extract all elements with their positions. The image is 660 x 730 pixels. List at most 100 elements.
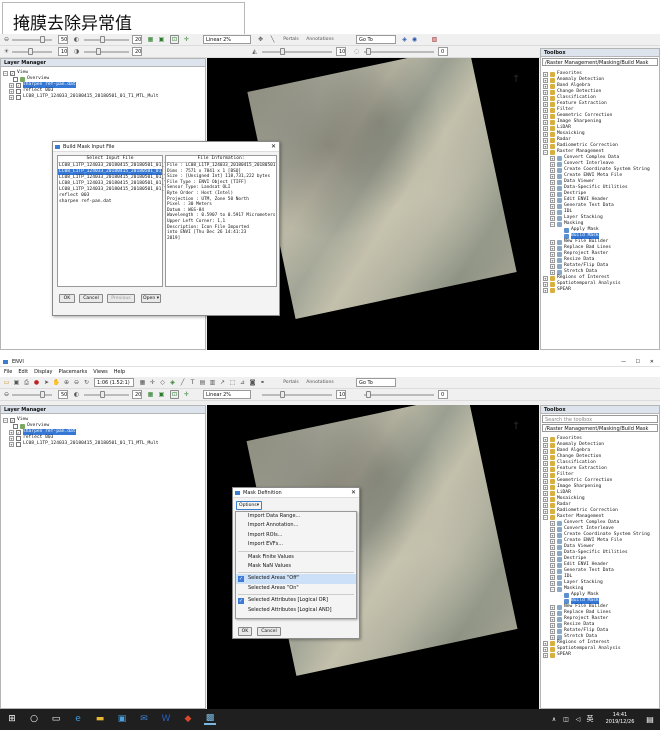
minimize-icon[interactable]: — xyxy=(621,357,626,367)
tray-chevron-icon[interactable]: ∧ xyxy=(548,713,560,725)
windows-start-icon[interactable]: ⊞ xyxy=(6,713,18,725)
options-menu-item[interactable]: Mask NaN Values xyxy=(236,562,356,571)
expand-icon[interactable]: + xyxy=(543,436,548,442)
toolbox-item[interactable]: + SPEAR xyxy=(543,287,657,293)
rotate-value-field[interactable]: 20 xyxy=(132,35,142,44)
ok-button[interactable]: OK xyxy=(238,627,252,636)
expand-icon[interactable]: + xyxy=(550,616,555,622)
expand-icon[interactable]: + xyxy=(550,622,555,628)
histogram-icon[interactable]: ▥ xyxy=(208,378,217,387)
toolbox-item[interactable]: + SPEAR xyxy=(543,652,657,658)
expand-icon[interactable]: + xyxy=(543,95,548,101)
collapse-icon[interactable]: − xyxy=(543,149,548,155)
expand-icon[interactable]: + xyxy=(543,646,548,652)
close-icon[interactable]: ✕ xyxy=(650,357,654,367)
expand-icon[interactable]: + xyxy=(543,125,548,131)
zoom-slider[interactable] xyxy=(12,394,52,396)
file-explorer-icon[interactable]: ▬ xyxy=(94,713,106,725)
expand-icon[interactable]: + xyxy=(550,550,555,556)
select-icon[interactable]: ⬚ xyxy=(228,378,237,387)
ime-indicator[interactable]: 英 xyxy=(584,713,596,725)
transparency-value-field[interactable]: 0 xyxy=(438,390,448,399)
fit-icon[interactable]: ⊡ xyxy=(170,35,179,44)
file-list-item[interactable]: sharpen ref-pan.dat xyxy=(58,199,162,205)
crosshair-icon[interactable]: ✛ xyxy=(182,35,191,44)
transparency-slider[interactable] xyxy=(364,51,434,53)
visibility-checkbox[interactable] xyxy=(13,76,18,82)
expand-icon[interactable]: + xyxy=(543,478,548,484)
collapse-icon[interactable]: − xyxy=(3,417,8,423)
expand-icon[interactable]: + xyxy=(550,556,555,562)
open-button[interactable]: Open ▾ xyxy=(141,294,161,303)
globe-icon[interactable]: ◉ xyxy=(410,35,419,44)
expand-icon[interactable]: + xyxy=(543,113,548,119)
menu-views[interactable]: Views xyxy=(93,367,107,377)
options-menu-item[interactable]: Mask Finite Values xyxy=(236,553,356,562)
expand-icon[interactable]: + xyxy=(550,155,555,161)
expand-icon[interactable]: + xyxy=(550,580,555,586)
color-icon[interactable]: ▧ xyxy=(430,35,439,44)
expand-icon[interactable]: + xyxy=(543,454,548,460)
visibility-checkbox[interactable] xyxy=(16,435,21,441)
expand-icon[interactable]: + xyxy=(550,263,555,269)
contrast-value-field[interactable]: 20 xyxy=(132,47,142,56)
collapse-icon[interactable]: − xyxy=(550,221,555,227)
goto-combo[interactable]: Go To xyxy=(356,35,396,44)
contrast-slider[interactable] xyxy=(84,51,129,53)
toolbox-path[interactable]: /Raster Management/Masking/Build Mask xyxy=(542,58,658,66)
expand-icon[interactable]: + xyxy=(543,281,548,287)
crosshair-icon[interactable]: ✛ xyxy=(148,378,157,387)
chip-icon[interactable]: ▤ xyxy=(198,378,207,387)
profile-icon[interactable]: ╱ xyxy=(178,378,187,387)
expand-icon[interactable]: + xyxy=(543,508,548,514)
expand-icon[interactable]: + xyxy=(543,496,548,502)
crosshair-icon[interactable]: ✛ xyxy=(182,390,191,399)
expand-icon[interactable]: + xyxy=(550,215,555,221)
zoom-slider-knob[interactable] xyxy=(40,36,45,43)
rotate-slider[interactable] xyxy=(84,394,129,396)
expand-icon[interactable]: + xyxy=(550,544,555,550)
menu-file[interactable]: File xyxy=(4,367,12,377)
expand-icon[interactable]: + xyxy=(543,137,548,143)
mail-icon[interactable]: ✉ xyxy=(138,713,150,725)
sharpen-slider[interactable] xyxy=(262,394,332,396)
expand-icon[interactable]: + xyxy=(550,191,555,197)
menu-placemarks[interactable]: Placemarks xyxy=(59,367,88,377)
annotations-button[interactable]: Annotations xyxy=(306,35,334,44)
expand-icon[interactable]: + xyxy=(543,131,548,137)
menu-display[interactable]: Display xyxy=(34,367,52,377)
zoom-slider-knob[interactable] xyxy=(40,391,45,398)
options-menu-item[interactable]: Import ROIs... xyxy=(236,531,356,540)
expand-icon[interactable]: + xyxy=(543,101,548,107)
options-menu-button[interactable]: Options▾ xyxy=(236,501,262,510)
expand-icon[interactable]: + xyxy=(9,82,14,88)
expand-icon[interactable]: + xyxy=(550,251,555,257)
expand-icon[interactable]: + xyxy=(550,179,555,185)
rotate-icon[interactable]: ↻ xyxy=(82,378,91,387)
zoom-value-field[interactable]: 50 xyxy=(58,390,68,399)
expand-icon[interactable]: + xyxy=(550,562,555,568)
expand-icon[interactable]: + xyxy=(9,88,14,94)
expand-icon[interactable]: + xyxy=(9,94,14,100)
expand-icon[interactable]: + xyxy=(550,568,555,574)
collapse-icon[interactable]: − xyxy=(550,586,555,592)
options-menu-item[interactable]: Import EVFs... xyxy=(236,540,356,549)
layer-item-lc08[interactable]: + LC08_L1TP_124033_20180415_20180501_01_T… xyxy=(3,441,203,447)
zoom-combo[interactable]: 1:06 (1.52:1) xyxy=(94,378,134,387)
transparency-icon[interactable]: ◌ xyxy=(352,47,361,56)
zoom-out-icon[interactable]: ⊖ xyxy=(2,35,11,44)
options-menu-item[interactable]: Selected Areas "On" xyxy=(236,584,356,593)
fit-icon[interactable]: ⊡ xyxy=(170,390,179,399)
word-icon[interactable]: W xyxy=(160,713,172,725)
roi-icon[interactable]: ◈ xyxy=(168,378,177,387)
zoom-in-icon[interactable]: ⊕ xyxy=(62,378,71,387)
cursor-icon[interactable]: ➤ xyxy=(42,378,51,387)
visibility-checkbox[interactable] xyxy=(16,441,21,447)
transparency-value-field[interactable]: 0 xyxy=(438,47,448,56)
link-icon[interactable]: ⚭ xyxy=(258,378,267,387)
stretch-combo[interactable]: Linear 2% xyxy=(203,390,251,399)
text-icon[interactable]: T xyxy=(188,378,197,387)
expand-icon[interactable]: + xyxy=(550,257,555,263)
expand-icon[interactable]: + xyxy=(9,435,14,441)
task-view-icon[interactable]: ▭ xyxy=(50,713,62,725)
